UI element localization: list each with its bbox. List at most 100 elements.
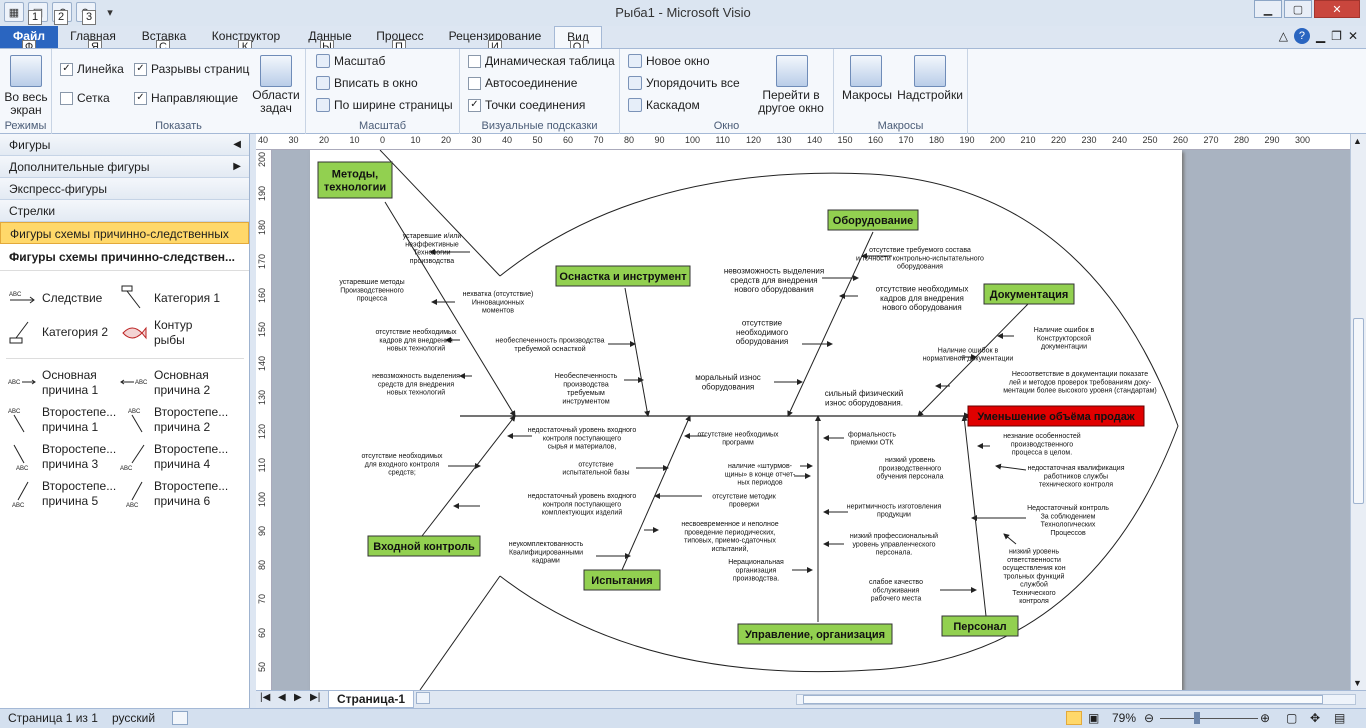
page-breaks-checkbox[interactable]: ✓ Разрывы страниц bbox=[134, 62, 249, 76]
horizontal-scrollbar[interactable] bbox=[796, 694, 1356, 705]
connection-points-checkbox[interactable]: ✓ Точки соединения bbox=[468, 98, 585, 112]
status-bar: Страница 1 из 1 русский ▣ 79% ⊖ ⊕ ▢ ✥ ▤ bbox=[0, 708, 1366, 728]
ribbon-collapse-icon[interactable]: △ bbox=[1279, 29, 1288, 43]
collapse-pane-icon[interactable]: ◀ bbox=[233, 134, 241, 156]
group-visual-aids: Динамическая таблица Автосоединение ✓ Точ… bbox=[460, 49, 620, 134]
shape-secondary-cause3[interactable]: ABC Второстепе... причина 3 bbox=[8, 442, 118, 472]
ruler-tick-label: 90 bbox=[654, 135, 665, 145]
cause-label: низкий уровень производственного обучения … bbox=[876, 456, 943, 481]
fit-window-button[interactable]: Вписать в окно bbox=[316, 76, 418, 90]
shape-secondary-cause1[interactable]: ABC Второстепе... причина 1 bbox=[8, 405, 118, 435]
next-page-icon[interactable]: ▶ bbox=[294, 692, 302, 703]
shape-category2[interactable]: Категория 2 bbox=[8, 318, 108, 346]
insert-page-icon[interactable] bbox=[416, 692, 430, 704]
zoom-label: Масштаб bbox=[334, 54, 386, 68]
shape-primary-cause1[interactable]: ABC Основная причина 1 bbox=[8, 368, 118, 398]
shape-effect[interactable]: ABC Следствие bbox=[8, 284, 102, 312]
doc-close-icon[interactable]: ✕ bbox=[1348, 29, 1358, 43]
shape-secondary-cause2[interactable]: ABC Второстепе... причина 2 bbox=[120, 405, 230, 435]
close-icon[interactable]: ✕ bbox=[1314, 0, 1360, 18]
shape-category1[interactable]: Категория 1 bbox=[120, 284, 220, 312]
shape-secondary-cause5[interactable]: ABC Второстепе... причина 5 bbox=[8, 479, 118, 509]
ruler-tick-label: 270 bbox=[1203, 135, 1219, 145]
last-page-icon[interactable]: ▶| bbox=[310, 692, 320, 703]
cause-label: моральный износ оборудования bbox=[695, 373, 761, 391]
cascade-button[interactable]: Каскадом bbox=[628, 98, 700, 112]
ruler-tick-label: 80 bbox=[257, 560, 267, 571]
svg-text:ABC: ABC bbox=[135, 380, 148, 386]
cause-label: устаревшие и/или неэффективные Технологии п… bbox=[403, 233, 462, 265]
task-panes-icon bbox=[260, 55, 292, 87]
arrange-all-button[interactable]: Упорядочить все bbox=[628, 76, 740, 90]
fishbone-stencil-item[interactable]: Фигуры схемы причинно-следственных с... bbox=[0, 222, 249, 263]
arrows-stencil-item[interactable]: Стрелки bbox=[0, 200, 249, 222]
macros-button[interactable]: Макросы bbox=[838, 89, 896, 102]
quick-shapes-item[interactable]: Экспресс-фигуры bbox=[0, 178, 249, 200]
zoom-slider-thumb[interactable] bbox=[1194, 712, 1200, 724]
shape-secondary-cause3-label: Второстепе... причина 3 bbox=[42, 442, 117, 471]
shape-secondary-cause6[interactable]: ABC Второстепе... причина 6 bbox=[120, 479, 230, 509]
ruler-tick-label: 130 bbox=[257, 390, 267, 406]
hscroll-thumb[interactable] bbox=[803, 695, 1323, 704]
ruler-tick-label: 160 bbox=[257, 288, 267, 304]
ruler-tick-label: 180 bbox=[929, 135, 945, 145]
grid-check-icon bbox=[60, 91, 73, 105]
help-icon[interactable]: ? bbox=[1293, 28, 1310, 44]
shape-secondary-cause4[interactable]: ABC Второстепе... причина 4 bbox=[120, 442, 230, 472]
maximize-icon[interactable]: ▢ bbox=[1284, 0, 1312, 18]
scroll-down-icon[interactable]: ▼ bbox=[1353, 678, 1362, 688]
first-page-icon[interactable]: |◀ bbox=[260, 692, 270, 703]
effect-label: Уменьшение объёма продаж bbox=[977, 411, 1135, 423]
ruler-checkbox[interactable]: ✓ Линейка bbox=[60, 62, 124, 76]
doc-restore-icon[interactable]: ❐ bbox=[1331, 29, 1342, 43]
zoom-in-icon[interactable]: ⊕ bbox=[1260, 711, 1270, 725]
pan-zoom-icon[interactable]: ✥ bbox=[1310, 711, 1320, 725]
shape-primary-cause2[interactable]: ABC Основная причина 2 bbox=[120, 368, 230, 398]
shape-effect-label: Следствие bbox=[42, 290, 103, 305]
more-shapes-item[interactable]: Дополнительные фигуры ▶ bbox=[0, 156, 249, 178]
language-indicator[interactable]: русский bbox=[112, 711, 155, 725]
cause-label: недостаточный уровень входного контроля п… bbox=[528, 426, 637, 451]
minimize-icon[interactable]: ▁ bbox=[1254, 0, 1282, 18]
zoom-slider-track[interactable] bbox=[1160, 718, 1258, 719]
ruler-tick-label: 200 bbox=[257, 152, 267, 168]
ruler-tick-label: 260 bbox=[1173, 135, 1189, 145]
shape-secondary-cause2-label: Второстепе... причина 2 bbox=[154, 405, 229, 434]
cause-label: Недостаточный контроль За соблюдением Техн… bbox=[1027, 504, 1109, 537]
connection-points-check-icon: ✓ bbox=[468, 98, 481, 112]
cause-label: нехватка (отсутствие) Инновационных момент… bbox=[463, 291, 534, 315]
zoom-button[interactable]: Масштаб bbox=[316, 54, 385, 68]
tab-right-controls: △ ? ▁ ❐ ✕ bbox=[1279, 28, 1358, 44]
presentation-mode-icon[interactable]: ▣ bbox=[1088, 711, 1099, 725]
scroll-up-icon[interactable]: ▲ bbox=[1353, 136, 1362, 146]
ruler-tick-label: 40 bbox=[502, 135, 513, 145]
switch-windows-button[interactable]: Перейти в другое окно bbox=[748, 89, 834, 115]
switch-windows-status-icon[interactable]: ▤ bbox=[1334, 711, 1345, 725]
doc-minimize-icon[interactable]: ▁ bbox=[1316, 29, 1325, 43]
grid-checkbox[interactable]: Сетка bbox=[60, 91, 110, 105]
addins-button[interactable]: Надстройки bbox=[894, 89, 966, 102]
ruler-tick-label: 70 bbox=[257, 594, 267, 605]
scrollbar-thumb[interactable] bbox=[1353, 318, 1364, 504]
prev-page-icon[interactable]: ◀ bbox=[278, 692, 286, 703]
macro-record-icon[interactable] bbox=[172, 711, 188, 725]
page-view-icon[interactable] bbox=[1066, 711, 1082, 725]
page-width-button[interactable]: По ширине страницы bbox=[316, 98, 453, 112]
task-panes-button[interactable]: Области задач bbox=[248, 89, 304, 115]
shapes-header[interactable]: Фигуры ◀ bbox=[0, 134, 249, 156]
vertical-scrollbar[interactable]: ▲ ▼ bbox=[1350, 134, 1366, 690]
bone-tooling bbox=[624, 287, 651, 417]
shape-fish-frame[interactable]: Контур рыбы bbox=[120, 318, 220, 348]
new-window-button[interactable]: Новое окно bbox=[628, 54, 710, 68]
fit-page-icon[interactable]: ▢ bbox=[1286, 711, 1297, 725]
page-indicator[interactable]: Страница 1 из 1 bbox=[8, 711, 98, 725]
autoconnect-checkbox[interactable]: Автосоединение bbox=[468, 76, 577, 90]
page-width-icon bbox=[316, 98, 330, 112]
dynamic-grid-checkbox[interactable]: Динамическая таблица bbox=[468, 54, 615, 68]
zoom-level[interactable]: 79% bbox=[1112, 711, 1136, 725]
guides-checkbox[interactable]: ✓ Направляющие bbox=[134, 91, 238, 105]
drawing-canvas[interactable]: Методы, технологии Оснастка и инструмент Об… bbox=[272, 150, 1350, 690]
page-tab[interactable]: Страница-1 bbox=[328, 690, 415, 708]
fullscreen-button[interactable]: Во весь экран bbox=[2, 91, 50, 117]
zoom-out-icon[interactable]: ⊖ bbox=[1144, 711, 1154, 725]
